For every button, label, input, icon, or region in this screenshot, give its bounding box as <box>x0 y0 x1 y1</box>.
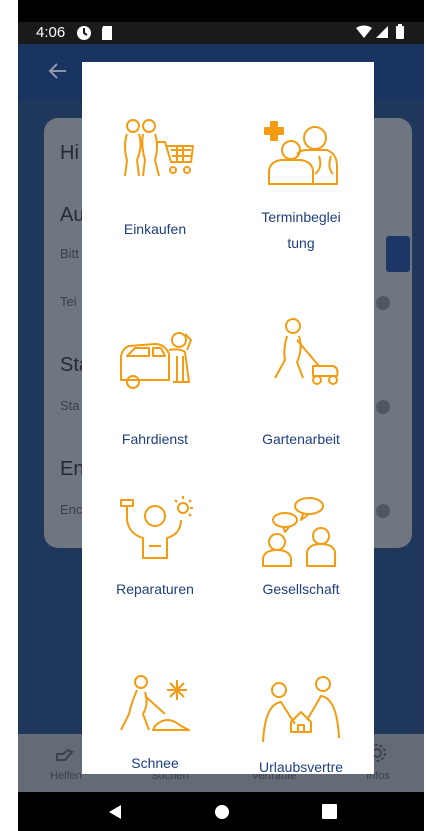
car-driver-icon <box>115 326 195 406</box>
nav-home-icon[interactable] <box>214 804 230 825</box>
status-time: 4:06 <box>36 24 66 41</box>
tile-reparaturen[interactable]: Reparaturen <box>82 494 228 664</box>
tile-einkaufen-label: Einkaufen <box>123 221 187 237</box>
tile-urlaubsvertretung-label: Urlaubsvertre <box>258 759 344 774</box>
snow-shovel-icon <box>115 674 195 754</box>
app-notification-icon <box>76 25 92 45</box>
phone-screen: 4:06 Hi Au Bitt Tei Sta Sta En Enc Helfe… <box>18 0 424 831</box>
tile-gartenarbeit-label: Gartenarbeit <box>262 431 340 447</box>
tile-fahrdienst-label: Fahrdienst <box>121 431 189 447</box>
nav-back-icon[interactable] <box>108 804 122 825</box>
appointment-escort-icon <box>261 116 341 196</box>
sd-card-icon <box>100 25 114 45</box>
tile-fahrdienst[interactable]: Fahrdienst <box>82 326 228 496</box>
tile-gesellschaft[interactable]: Gesellschaft <box>228 494 374 664</box>
tile-terminbegleitung-label-2: tung <box>287 235 315 251</box>
status-bar: 4:06 <box>18 22 424 44</box>
tile-reparaturen-label: Reparaturen <box>116 581 194 597</box>
service-selection-dialog: Einkaufen Terminbeglei tung Fahrdienst G… <box>82 62 374 774</box>
tile-gartenarbeit[interactable]: Gartenarbeit <box>228 316 374 486</box>
system-navigation-bar <box>18 792 424 831</box>
tile-schnee-label: Schnee <box>131 755 179 771</box>
tile-einkaufen[interactable]: Einkaufen <box>82 116 228 286</box>
top-edge <box>18 0 424 22</box>
tile-urlaubsvertretung[interactable]: Urlaubsvertre <box>228 674 374 774</box>
house-handover-icon <box>261 674 341 754</box>
lawnmower-icon <box>261 316 341 396</box>
conversation-icon <box>261 494 341 574</box>
tile-gesellschaft-label: Gesellschaft <box>262 581 340 597</box>
tile-terminbegleitung-label-1: Terminbeglei <box>261 209 341 225</box>
nav-recents-icon[interactable] <box>322 804 337 824</box>
signal-battery-icons <box>354 24 410 43</box>
tile-schnee[interactable]: Schnee <box>82 674 228 774</box>
repair-person-icon <box>115 494 195 574</box>
tile-terminbegleitung[interactable]: Terminbeglei tung <box>228 116 374 286</box>
shopping-cart-people-icon <box>115 116 195 196</box>
